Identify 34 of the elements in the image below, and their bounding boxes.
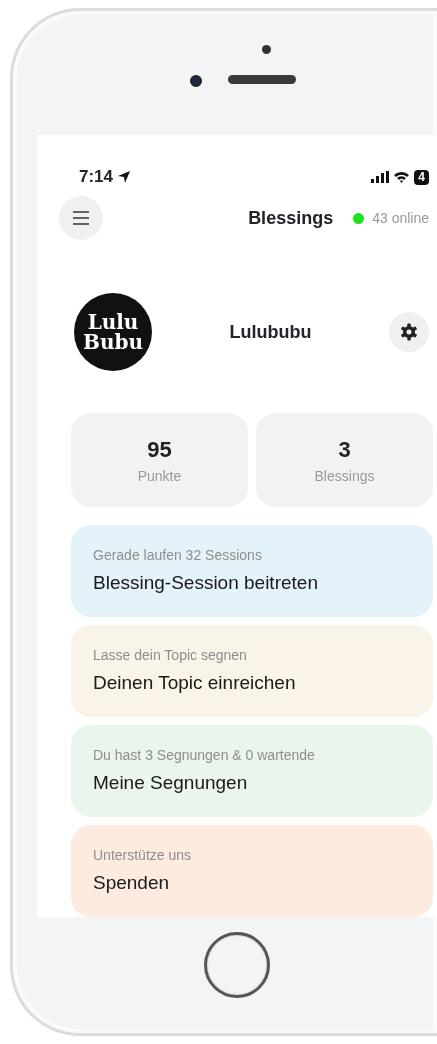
action-title: Deinen Topic einreichen bbox=[93, 671, 297, 695]
location-arrow-icon bbox=[117, 170, 132, 184]
action-subtitle: Unterstütze uns bbox=[93, 846, 193, 865]
sensor-icon bbox=[262, 45, 271, 54]
gear-icon bbox=[400, 323, 418, 341]
camera-icon bbox=[190, 75, 202, 87]
logo: Lulu Bubu bbox=[74, 293, 152, 371]
action-card[interactable]: Gerade laufen 32 Sessions Blessing-Session beitreten bbox=[71, 525, 433, 617]
action-card[interactable]: Du hast 3 Segnungen & 0 wartende Meine Segnungen bbox=[71, 725, 433, 817]
signal-icon bbox=[371, 171, 390, 183]
action-subtitle: Gerade laufen 32 Sessions bbox=[93, 546, 263, 565]
action-subtitle: Du hast 3 Segnungen & 0 wartende bbox=[93, 746, 316, 765]
profile-name: Lulububu bbox=[228, 320, 313, 344]
speaker-icon bbox=[228, 75, 296, 84]
stat-value: 95 bbox=[147, 436, 172, 464]
action-subtitle: Lasse dein Topic segnen bbox=[93, 646, 248, 665]
status-time: 7:14 bbox=[79, 166, 114, 189]
action-title: Blessing-Session beitreten bbox=[93, 571, 319, 595]
stat-value: 3 bbox=[338, 436, 351, 464]
wifi-icon bbox=[393, 171, 411, 183]
action-card[interactable]: Lasse dein Topic segnen Deinen Topic einreichen bbox=[71, 625, 433, 717]
action-title: Meine Segnungen bbox=[93, 771, 249, 795]
app-title: Blessings bbox=[248, 206, 334, 230]
battery-icon: 4 bbox=[414, 169, 429, 185]
settings-button[interactable] bbox=[389, 312, 429, 352]
menu-icon bbox=[73, 211, 89, 225]
home-button[interactable] bbox=[204, 932, 270, 998]
menu-button[interactable] bbox=[59, 196, 103, 240]
online-count: 43 online bbox=[372, 208, 429, 228]
action-card[interactable]: Unterstütze uns Spenden bbox=[71, 825, 433, 917]
online-dot bbox=[353, 212, 365, 224]
stat-label: Blessings bbox=[314, 467, 375, 486]
action-title: Spenden bbox=[93, 871, 171, 895]
stat-label: Punkte bbox=[137, 467, 182, 486]
